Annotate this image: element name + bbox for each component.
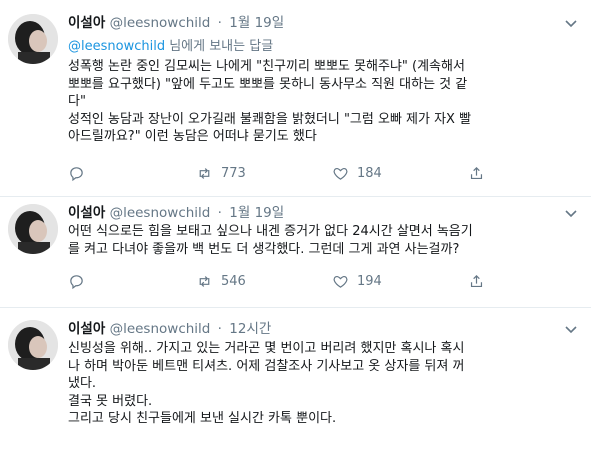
like-button[interactable]: 194 <box>332 271 382 291</box>
retweet-count: 546 <box>221 273 246 289</box>
share-button[interactable] <box>468 271 485 291</box>
retweet-button[interactable]: 546 <box>196 271 246 291</box>
like-count: 184 <box>357 165 382 181</box>
avatar[interactable] <box>8 14 58 64</box>
separator: · <box>217 321 222 337</box>
chevron-down-icon[interactable] <box>563 205 579 221</box>
reply-icon <box>70 274 83 289</box>
retweet-icon <box>199 167 210 179</box>
timestamp[interactable]: 1월 19일 <box>229 205 284 221</box>
reply-mention-link[interactable]: @leesnowchild <box>68 39 165 54</box>
tweet[interactable]: 이설아 @leesnowchild · 1월 19일 어떤 식으로든 힘을 보태… <box>0 197 591 307</box>
tweet-text: 어떤 식으로든 힘을 보태고 싶으나 내겐 증거가 없다 24시간 살면서 녹음… <box>68 224 473 257</box>
username-handle[interactable]: @leesnowchild <box>110 205 211 221</box>
like-button[interactable]: 184 <box>332 163 382 183</box>
reply-button[interactable] <box>68 163 85 183</box>
tweet[interactable]: 이설아 @leesnowchild · 1월 19일 @leesnowchild… <box>0 0 591 196</box>
share-icon <box>470 166 483 179</box>
heart-icon <box>333 167 348 180</box>
reply-button[interactable] <box>68 271 85 291</box>
share-icon <box>470 274 483 287</box>
avatar-image <box>8 204 58 254</box>
reply-context: @leesnowchild 님에게 보내는 답글 <box>68 38 273 56</box>
display-name[interactable]: 이설아 <box>68 321 105 337</box>
retweet-count: 773 <box>221 165 246 181</box>
retweet-icon <box>199 275 210 287</box>
avatar-image <box>8 14 58 64</box>
timestamp[interactable]: 1월 19일 <box>229 15 284 31</box>
tweet-text: 성폭행 논란 중인 김모씨는 나에게 "친구끼리 뽀뽀도 못해주냐" (계속해서… <box>68 59 472 144</box>
reply-context-text: 님에게 보내는 답글 <box>165 39 274 54</box>
display-name[interactable]: 이설아 <box>68 205 105 221</box>
timestamp[interactable]: 12시간 <box>229 321 271 337</box>
heart-icon <box>333 275 348 288</box>
avatar[interactable] <box>8 204 58 254</box>
username-handle[interactable]: @leesnowchild <box>110 321 211 337</box>
display-name[interactable]: 이설아 <box>68 15 105 31</box>
retweet-button[interactable]: 773 <box>196 163 246 183</box>
separator: · <box>217 205 222 221</box>
separator: · <box>217 15 222 31</box>
share-button[interactable] <box>468 163 485 183</box>
chevron-down-icon[interactable] <box>563 15 579 31</box>
avatar-image <box>8 320 58 370</box>
like-count: 194 <box>357 273 382 289</box>
chevron-down-icon[interactable] <box>563 321 579 337</box>
avatar[interactable] <box>8 320 58 370</box>
tweet[interactable]: 이설아 @leesnowchild · 12시간 신빙성을 위해.. 가지고 있… <box>0 308 591 460</box>
username-handle[interactable]: @leesnowchild <box>110 15 211 31</box>
reply-icon <box>70 166 83 181</box>
tweet-text: 신빙성을 위해.. 가지고 있는 거라곤 몇 번이고 버리려 했지만 혹시나 혹… <box>68 341 465 426</box>
